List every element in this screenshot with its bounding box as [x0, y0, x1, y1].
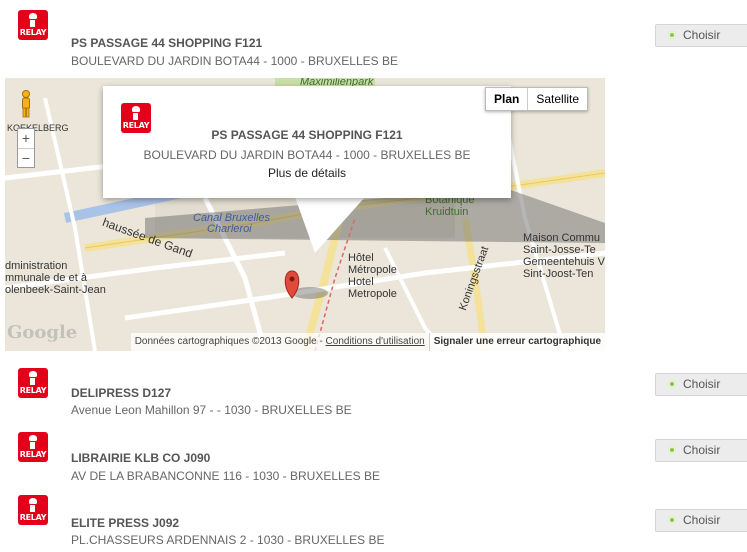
relay-logo: RELAY — [18, 432, 48, 462]
map[interactable]: KOEKELBERG Maximilienpark Canal Bruxelle… — [5, 78, 605, 351]
check-icon — [668, 446, 676, 454]
store-address: Avenue Leon Mahillon 97 - - 1030 - BRUXE… — [71, 403, 352, 417]
choose-button[interactable]: Choisir — [655, 439, 747, 462]
store-name: DELIPRESS D127 — [71, 386, 172, 400]
store-name: ELITE PRESS J092 — [71, 516, 180, 530]
info-window-title: PS PASSAGE 44 SHOPPING F121 — [211, 128, 403, 142]
map-label: olenbeek-Saint-Jean — [5, 284, 106, 296]
report-error-link[interactable]: Signaler une erreur cartographique — [428, 333, 605, 351]
choose-button[interactable]: Choisir — [655, 373, 747, 396]
satellite-button[interactable]: Satellite — [527, 88, 587, 110]
terms-link[interactable]: Conditions d'utilisation — [326, 336, 425, 347]
map-label: Hotel — [348, 276, 374, 288]
store-address: BOULEVARD DU JARDIN BOTA44 - 1000 - BRUX… — [71, 54, 398, 68]
relay-logo: RELAY — [18, 10, 48, 40]
check-icon — [668, 516, 676, 524]
store-address: PL.CHASSEURS ARDENNAIS 2 - 1030 - BRUXEL… — [71, 533, 385, 547]
map-label: mmunale de et à — [5, 272, 87, 284]
map-data-credit: Données cartographiques ©2013 Google - — [134, 336, 326, 347]
pegman-icon[interactable] — [20, 90, 32, 118]
zoom-control[interactable]: + − — [17, 128, 35, 168]
relay-logo: RELAY — [18, 368, 48, 398]
store-name: PS PASSAGE 44 SHOPPING F121 — [71, 36, 263, 50]
store-name: LIBRAIRIE KLB CO J090 — [71, 451, 211, 465]
map-type-control[interactable]: Plan Satellite — [485, 87, 589, 111]
map-label: Gemeentehuis V — [523, 256, 605, 268]
store-address: AV DE LA BRABANCONNE 116 - 1030 - BRUXEL… — [71, 469, 381, 483]
map-label: Metropole — [348, 288, 397, 300]
plan-button[interactable]: Plan — [486, 88, 527, 110]
choose-button[interactable]: Choisir — [655, 24, 747, 47]
more-details-link[interactable]: Plus de détails — [103, 166, 511, 180]
choose-button[interactable]: Choisir — [655, 509, 747, 532]
map-label: dministration — [5, 260, 68, 272]
map-label: Métropole — [348, 264, 397, 276]
map-label: Hôtel — [348, 252, 374, 264]
map-label: Saint-Josse-Te — [523, 244, 596, 256]
check-icon — [668, 380, 676, 388]
check-icon — [668, 31, 676, 39]
google-logo: Google — [7, 322, 78, 343]
map-attribution: Données cartographiques ©2013 Google - C… — [130, 333, 605, 351]
map-label: Maison Commu — [523, 232, 601, 244]
map-label: Kruidtuin — [425, 206, 469, 218]
info-window-address: BOULEVARD DU JARDIN BOTA44 - 1000 - BRUX… — [143, 148, 471, 162]
zoom-out-button[interactable]: − — [18, 148, 34, 168]
relay-logo: RELAY — [18, 495, 48, 525]
map-label: Charleroi — [207, 223, 252, 235]
map-label: Sint-Joost-Ten — [523, 268, 594, 280]
zoom-in-button[interactable]: + — [18, 129, 34, 148]
info-window: RELAY PS PASSAGE 44 SHOPPING F121 BOULEV… — [103, 86, 511, 198]
